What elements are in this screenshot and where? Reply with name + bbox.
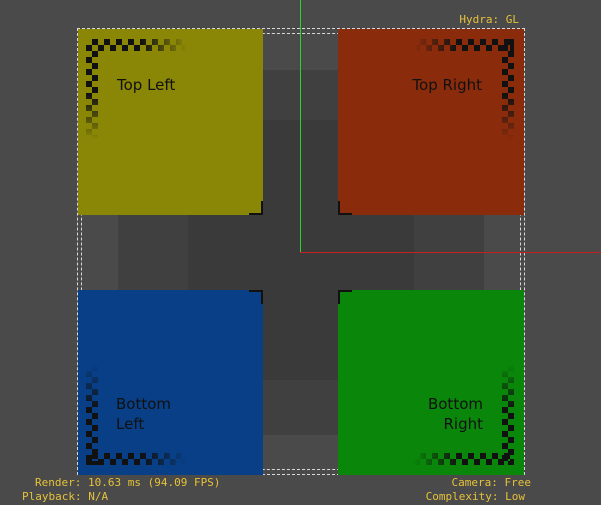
tile-label-bottom-left-line1: Bottom <box>116 395 172 413</box>
tile-label-top-left: Top Left <box>117 76 176 94</box>
checker-strip <box>502 365 514 465</box>
checker-strip <box>86 365 98 465</box>
tile-label-bottom-left-line2: Left <box>116 415 145 433</box>
tile-bottom-right[interactable]: Bottom Right <box>338 290 524 475</box>
checker-strip <box>414 453 514 465</box>
checker-strip <box>414 39 514 51</box>
corner-marker <box>338 201 352 215</box>
corner-marker <box>338 290 352 304</box>
tile-label-bottom-right-line2: Right <box>443 415 484 433</box>
y-axis-line <box>300 0 301 252</box>
hud-camera: Camera: Free <box>451 476 531 489</box>
hud-playback: Playback: N/A <box>22 490 109 503</box>
tile-label-bottom-right-line1: Bottom <box>427 395 483 413</box>
tile-top-right[interactable]: Top Right <box>338 29 524 215</box>
viewport[interactable]: Top Left Top Right Bottom Left Bottom Ri… <box>0 0 601 505</box>
corner-marker <box>249 290 263 304</box>
tile-label-top-right: Top Right <box>412 76 482 94</box>
checker-strip <box>86 39 186 51</box>
tile-bottom-left[interactable]: Bottom Left <box>78 290 263 475</box>
checker-strip <box>86 39 98 139</box>
checker-strip <box>86 453 186 465</box>
hud-renderer: Hydra: GL <box>459 13 519 26</box>
hud-complexity: Complexity: Low <box>425 490 525 503</box>
hud-render-stats: Render: 10.63 ms (94.09 FPS) <box>35 476 221 489</box>
tile-top-left[interactable]: Top Left <box>78 29 263 215</box>
checker-strip <box>502 39 514 139</box>
corner-marker <box>249 201 263 215</box>
x-axis-line <box>300 252 601 253</box>
